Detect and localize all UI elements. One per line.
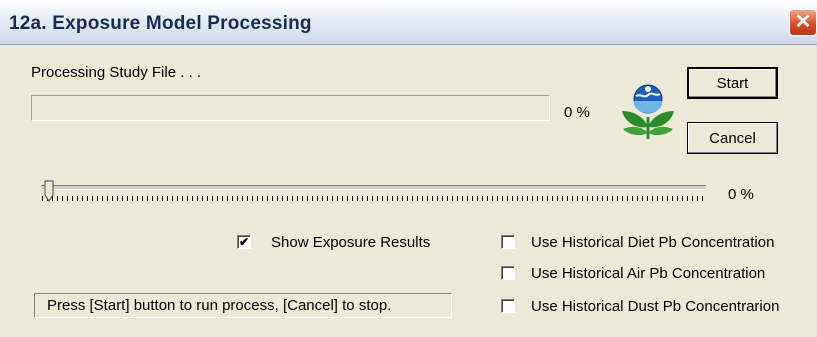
progress-bar [31,95,550,121]
slider-thumb[interactable] [44,180,54,202]
slider-track [41,185,706,190]
historical-diet-label: Use Historical Diet Pb Concentration [531,234,775,251]
historical-dust-label: Use Historical Dust Pb Concentrarion [531,298,780,315]
processing-label: Processing Study File . . . [31,64,202,81]
historical-dust-checkbox[interactable] [501,299,515,313]
show-exposure-results-label: Show Exposure Results [271,234,431,251]
status-text: Press [Start] button to run process, [Ca… [34,293,452,318]
close-button[interactable]: ✕ [789,9,817,36]
show-exposure-results-checkbox[interactable]: ✔ [237,235,251,249]
slider-percent: 0 % [728,186,754,203]
historical-diet-checkbox[interactable] [501,235,515,249]
progress-percent: 0 % [564,104,590,121]
close-icon: ✕ [794,11,812,33]
slider-ticks [42,196,706,201]
epa-logo-icon [622,84,674,139]
title-bar: 12a. Exposure Model Processing ✕ [0,0,817,45]
start-button[interactable]: Start [687,67,778,99]
historical-air-checkbox[interactable] [501,266,515,280]
check-icon: ✔ [238,235,250,249]
historical-air-label: Use Historical Air Pb Concentration [531,265,766,282]
window-title: 12a. Exposure Model Processing [9,13,312,34]
cancel-button[interactable]: Cancel [687,122,778,154]
